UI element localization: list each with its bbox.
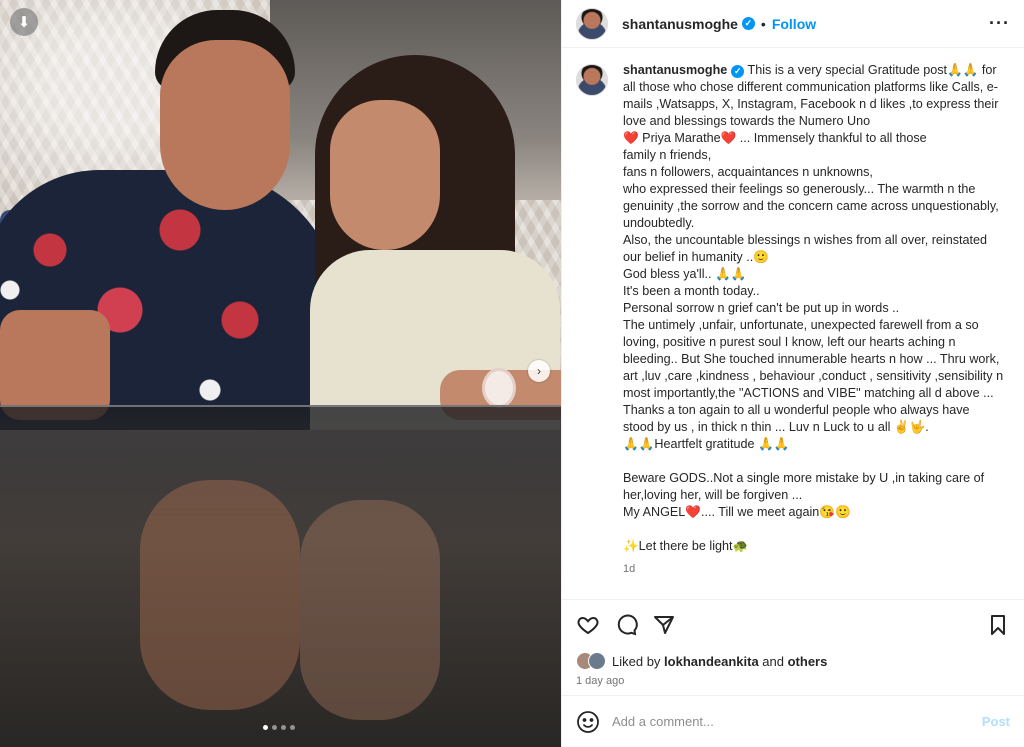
- caption-line: our belief in humanity ..🙂: [623, 250, 769, 264]
- photo-man-face: [160, 40, 290, 210]
- comment-bar: Post: [562, 695, 1024, 747]
- post-side-panel: shantanusmoghe ✓ • Follow ··· shantanusm…: [561, 0, 1024, 747]
- verified-badge-icon: ✓: [731, 65, 745, 78]
- caption-line: [623, 521, 1003, 538]
- caption-line: ✨Let there be light🐢: [623, 539, 749, 553]
- caption-text: shantanusmoghe ✓ This is a very special G…: [623, 62, 1003, 555]
- caption-line: stood by us , in thick n thin ... Luv n …: [623, 420, 929, 434]
- caption-line: genuinity ,the sorrow and the concern ca…: [623, 199, 999, 213]
- carousel-dots: [263, 725, 295, 730]
- caption-line: her,loving her, will be forgiven ...: [623, 488, 803, 502]
- author-avatar[interactable]: [576, 7, 608, 40]
- caption-line: fans n followers, acquaintances n unknow…: [623, 165, 873, 179]
- caption-line: family n friends,: [623, 148, 712, 162]
- photo-woman-face: [330, 100, 440, 250]
- caption-username[interactable]: shantanusmoghe: [623, 63, 727, 77]
- photo-reflection-woman: [300, 500, 440, 720]
- caption-line: love and blessings towards the Numero Un…: [623, 114, 871, 128]
- caption-timestamp[interactable]: 1d: [623, 561, 1003, 578]
- author-username[interactable]: shantanusmoghe: [622, 16, 738, 32]
- caption-author-avatar[interactable]: [576, 64, 608, 96]
- post-viewer: ⬇ › shantanusmoghe ✓ • Follow ··· shanta…: [0, 0, 1024, 747]
- paper-plane-icon[interactable]: [652, 613, 676, 637]
- photo-wristwatch: [482, 368, 516, 408]
- caption-line: ❤️ Priya Marathe❤️ ... Immensely thankfu…: [623, 131, 927, 145]
- liker-username[interactable]: lokhandeankita: [664, 654, 759, 669]
- caption-line: The untimely ,unfair, unfortunate, unexp…: [623, 318, 979, 332]
- likes-others-link[interactable]: others: [788, 654, 828, 669]
- photo-man-arm: [0, 310, 110, 420]
- comment-bubble-icon[interactable]: [614, 613, 638, 637]
- verified-badge-icon: ✓: [741, 17, 755, 30]
- posted-time[interactable]: 1 day ago: [562, 673, 1024, 695]
- caption-line: Also, the uncountable blessings n wishes…: [623, 233, 988, 247]
- follow-button[interactable]: Follow: [772, 16, 816, 32]
- carousel-dot: [281, 725, 286, 730]
- heart-outline-icon[interactable]: [576, 613, 600, 637]
- photo-reflection-man: [140, 480, 300, 710]
- smiley-icon[interactable]: [576, 710, 600, 734]
- caption-line: Thanks a ton again to all u wonderful pe…: [623, 403, 970, 417]
- liker-avatars: [576, 652, 606, 670]
- post-photo[interactable]: ⬇ ›: [0, 0, 561, 747]
- likes-and: and: [758, 653, 788, 669]
- caption-body: shantanusmoghe ✓ This is a very special G…: [623, 62, 1003, 599]
- caption-line: bleeding.. But She touched innumerable h…: [623, 352, 1000, 366]
- caption-line: My ANGEL❤️.... Till we meet again😘🙂: [623, 505, 851, 519]
- caption-line: all those who chose different communicat…: [623, 80, 998, 94]
- caption-line: 🙏🙏Heartfelt gratitude 🙏🙏: [623, 437, 790, 451]
- caption-line: shantanusmoghe ✓ This is a very special G…: [623, 62, 1003, 79]
- caption-line-text: This is a very special Gratitude post🙏🙏 …: [744, 63, 997, 77]
- caption-line: [623, 453, 1003, 470]
- caption-line: mails ,Watsapps, X, Instagram, Facebook …: [623, 97, 999, 111]
- carousel-dot: [290, 725, 295, 730]
- caption-line: who expressed their feelings so generous…: [623, 182, 976, 196]
- bookmark-icon[interactable]: [986, 613, 1010, 637]
- likes-prefix: Liked by: [612, 653, 665, 669]
- caption-line: loving, positive n purest soul I know, l…: [623, 335, 956, 349]
- carousel-dot: [263, 725, 268, 730]
- caption-line: God bless ya'll.. 🙏🙏: [623, 267, 747, 281]
- caption-line: Beware GODS..Not a single more mistake b…: [623, 471, 985, 485]
- caption-line: most importantly,the "ACTIONS and VIBE" …: [623, 386, 994, 400]
- action-bar: [562, 599, 1024, 649]
- liker-avatar: [588, 652, 606, 670]
- post-header: shantanusmoghe ✓ • Follow ···: [562, 0, 1024, 48]
- caption-line: Personal sorrow n grief can't be put up …: [623, 301, 900, 315]
- caption-line: undoubtedly.: [623, 216, 695, 230]
- download-icon[interactable]: ⬇: [10, 8, 38, 36]
- more-options-icon[interactable]: ···: [989, 13, 1010, 34]
- header-separator: •: [760, 15, 766, 32]
- caption-area: shantanusmoghe ✓ This is a very special G…: [562, 48, 1024, 599]
- post-comment-button[interactable]: Post: [982, 714, 1010, 729]
- carousel-dot: [272, 725, 277, 730]
- comment-input[interactable]: [612, 714, 982, 729]
- likes-text: Liked by lokhandeankita and others: [612, 654, 827, 669]
- likes-row: Liked by lokhandeankita and others: [562, 649, 1024, 673]
- caption-line: art ,luv ,care ,kindness , behaviour ,co…: [623, 369, 1004, 383]
- carousel-next-button[interactable]: ›: [528, 360, 550, 382]
- caption-line: It's been a month today..: [623, 284, 760, 298]
